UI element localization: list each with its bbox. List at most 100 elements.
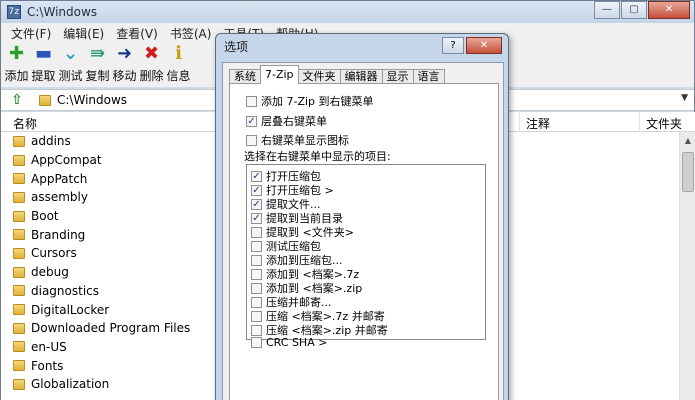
checkbox[interactable]: ✓ bbox=[246, 115, 257, 127]
context-items-list: ✓ 打开压缩包 ✓ 打开压缩包 > ✓ 提取文件... ✓ 提取到当前目录 提取到 <文… bbox=[246, 164, 486, 349]
tab-display[interactable]: 显示 bbox=[381, 69, 414, 84]
option-label: 右键菜单显示图标 bbox=[261, 134, 349, 147]
checkbox[interactable] bbox=[251, 240, 262, 252]
checkbox[interactable] bbox=[251, 310, 262, 322]
window-controls: — ▢ ✕ bbox=[593, 1, 690, 19]
item-name: Branding bbox=[31, 227, 86, 242]
menu-file[interactable]: 文件(F) bbox=[5, 25, 57, 42]
vertical-scrollbar[interactable]: ▲ bbox=[679, 132, 695, 400]
copy-button[interactable]: ⇛ 复制 bbox=[84, 43, 111, 87]
column-folder[interactable]: 文件夹 bbox=[646, 115, 682, 132]
item-name: Globalization bbox=[31, 377, 110, 392]
dialog-title-bar[interactable]: 选项 ? ✕ bbox=[216, 34, 508, 58]
help-button[interactable]: ? bbox=[442, 37, 464, 54]
list-item[interactable]: CRC SHA > bbox=[251, 336, 327, 349]
column-name[interactable]: 名称 bbox=[13, 115, 37, 132]
menu-bookmarks[interactable]: 书签(A) bbox=[164, 25, 218, 42]
info-icon: ℹ bbox=[175, 43, 182, 64]
checkbox[interactable] bbox=[251, 337, 262, 348]
folder-icon bbox=[13, 341, 25, 353]
item-label: CRC SHA > bbox=[266, 336, 328, 349]
copy-label: 复制 bbox=[85, 69, 110, 83]
column-divider[interactable] bbox=[639, 112, 640, 132]
item-name: Cursors bbox=[31, 246, 77, 261]
tab-system[interactable]: 系统 bbox=[229, 69, 261, 84]
info-button[interactable]: ℹ 信息 bbox=[165, 43, 192, 87]
dialog-close-button[interactable]: ✕ bbox=[466, 37, 502, 54]
item-name: Fonts bbox=[31, 358, 64, 373]
dialog-body: 系统 7-Zip 文件夹 编辑器 显示 语言 添加 7-Zip 到右键菜单 ✓ … bbox=[222, 62, 504, 400]
folder-icon bbox=[13, 154, 25, 166]
checkbox[interactable] bbox=[246, 95, 257, 107]
item-name: AppCompat bbox=[31, 153, 102, 168]
column-note[interactable]: 注释 bbox=[526, 115, 550, 132]
minus-icon: ▬ bbox=[34, 43, 52, 64]
folder-icon bbox=[13, 304, 25, 316]
checkbox[interactable] bbox=[251, 254, 262, 266]
option-add-to-context-menu[interactable]: 添加 7-Zip 到右键菜单 bbox=[246, 93, 374, 109]
dialog-title: 选项 bbox=[224, 39, 249, 54]
item-name: DigitalLocker bbox=[31, 302, 110, 317]
checkbox[interactable] bbox=[251, 226, 262, 238]
column-divider[interactable] bbox=[519, 112, 520, 132]
item-name: diagnostics bbox=[31, 283, 100, 298]
item-name: AppPatch bbox=[31, 171, 88, 186]
move-label: 移动 bbox=[112, 69, 137, 83]
folder-icon bbox=[13, 378, 25, 390]
options-tabs: 系统 7-Zip 文件夹 编辑器 显示 语言 bbox=[229, 65, 445, 84]
test-button[interactable]: ⌄ 测试 bbox=[57, 43, 84, 87]
app-icon: 7z bbox=[7, 5, 21, 19]
item-name: assembly bbox=[31, 190, 88, 205]
up-folder-icon[interactable]: ⇧ bbox=[9, 92, 25, 108]
checkbox[interactable] bbox=[251, 282, 262, 294]
checkbox[interactable] bbox=[246, 134, 257, 146]
checkbox[interactable] bbox=[251, 324, 262, 336]
tab-language[interactable]: 语言 bbox=[412, 69, 445, 84]
item-name: Boot bbox=[31, 209, 59, 224]
option-menu-icons[interactable]: 右键菜单显示图标 bbox=[246, 132, 349, 148]
dialog-controls: ? ✕ bbox=[440, 37, 502, 54]
double-arrow-icon: ⇛ bbox=[89, 43, 106, 64]
delete-button[interactable]: ✖ 删除 bbox=[138, 43, 165, 87]
scroll-up-icon[interactable]: ▲ bbox=[680, 132, 695, 149]
item-name: Downloaded Program Files bbox=[31, 321, 191, 336]
checkbox[interactable]: ✓ bbox=[251, 170, 262, 182]
tab-editor[interactable]: 编辑器 bbox=[339, 69, 383, 84]
scroll-thumb[interactable] bbox=[682, 152, 694, 192]
folder-icon bbox=[13, 266, 25, 278]
minimize-button[interactable]: — bbox=[594, 1, 620, 19]
folder-icon bbox=[39, 94, 51, 106]
add-button[interactable]: ✚ 添加 bbox=[3, 43, 30, 87]
extract-button[interactable]: ▬ 提取 bbox=[30, 43, 57, 87]
tab-panel-7zip: 添加 7-Zip 到右键菜单 ✓ 层叠右键菜单 右键菜单显示图标 选择在右键菜单… bbox=[229, 83, 499, 400]
tab-7zip[interactable]: 7-Zip bbox=[260, 65, 299, 84]
checkbox[interactable]: ✓ bbox=[251, 184, 262, 196]
item-name: en-US bbox=[31, 339, 67, 354]
folder-icon bbox=[13, 191, 25, 203]
check-chevron-icon: ⌄ bbox=[62, 43, 79, 64]
window-title: C:\Windows bbox=[27, 5, 98, 19]
test-label: 测试 bbox=[58, 69, 83, 83]
checkbox[interactable]: ✓ bbox=[251, 212, 262, 224]
checkbox[interactable] bbox=[251, 296, 262, 308]
close-button[interactable]: ✕ bbox=[648, 1, 690, 19]
checkbox[interactable] bbox=[251, 268, 262, 280]
arrow-right-icon: ➜ bbox=[116, 43, 133, 64]
tab-folders[interactable]: 文件夹 bbox=[297, 69, 341, 84]
menu-view[interactable]: 查看(V) bbox=[110, 25, 164, 42]
folder-icon bbox=[13, 173, 25, 185]
info-label: 信息 bbox=[166, 69, 191, 83]
move-button[interactable]: ➜ 移动 bbox=[111, 43, 138, 87]
plus-icon: ✚ bbox=[8, 43, 25, 64]
menu-edit[interactable]: 编辑(E) bbox=[57, 25, 110, 42]
title-bar[interactable]: 7z C:\Windows — ▢ ✕ bbox=[1, 1, 694, 23]
item-name: debug bbox=[31, 265, 69, 280]
address-path: C:\Windows bbox=[57, 93, 128, 107]
folder-icon bbox=[13, 135, 25, 147]
option-label: 层叠右键菜单 bbox=[261, 115, 327, 128]
maximize-button[interactable]: ▢ bbox=[621, 1, 647, 19]
address-dropdown-icon[interactable]: ▼ bbox=[681, 93, 688, 103]
option-cascade-menu[interactable]: ✓ 层叠右键菜单 bbox=[246, 113, 327, 129]
context-items-label: 选择在右键菜单中显示的项目: bbox=[244, 150, 391, 163]
checkbox[interactable]: ✓ bbox=[251, 198, 262, 210]
